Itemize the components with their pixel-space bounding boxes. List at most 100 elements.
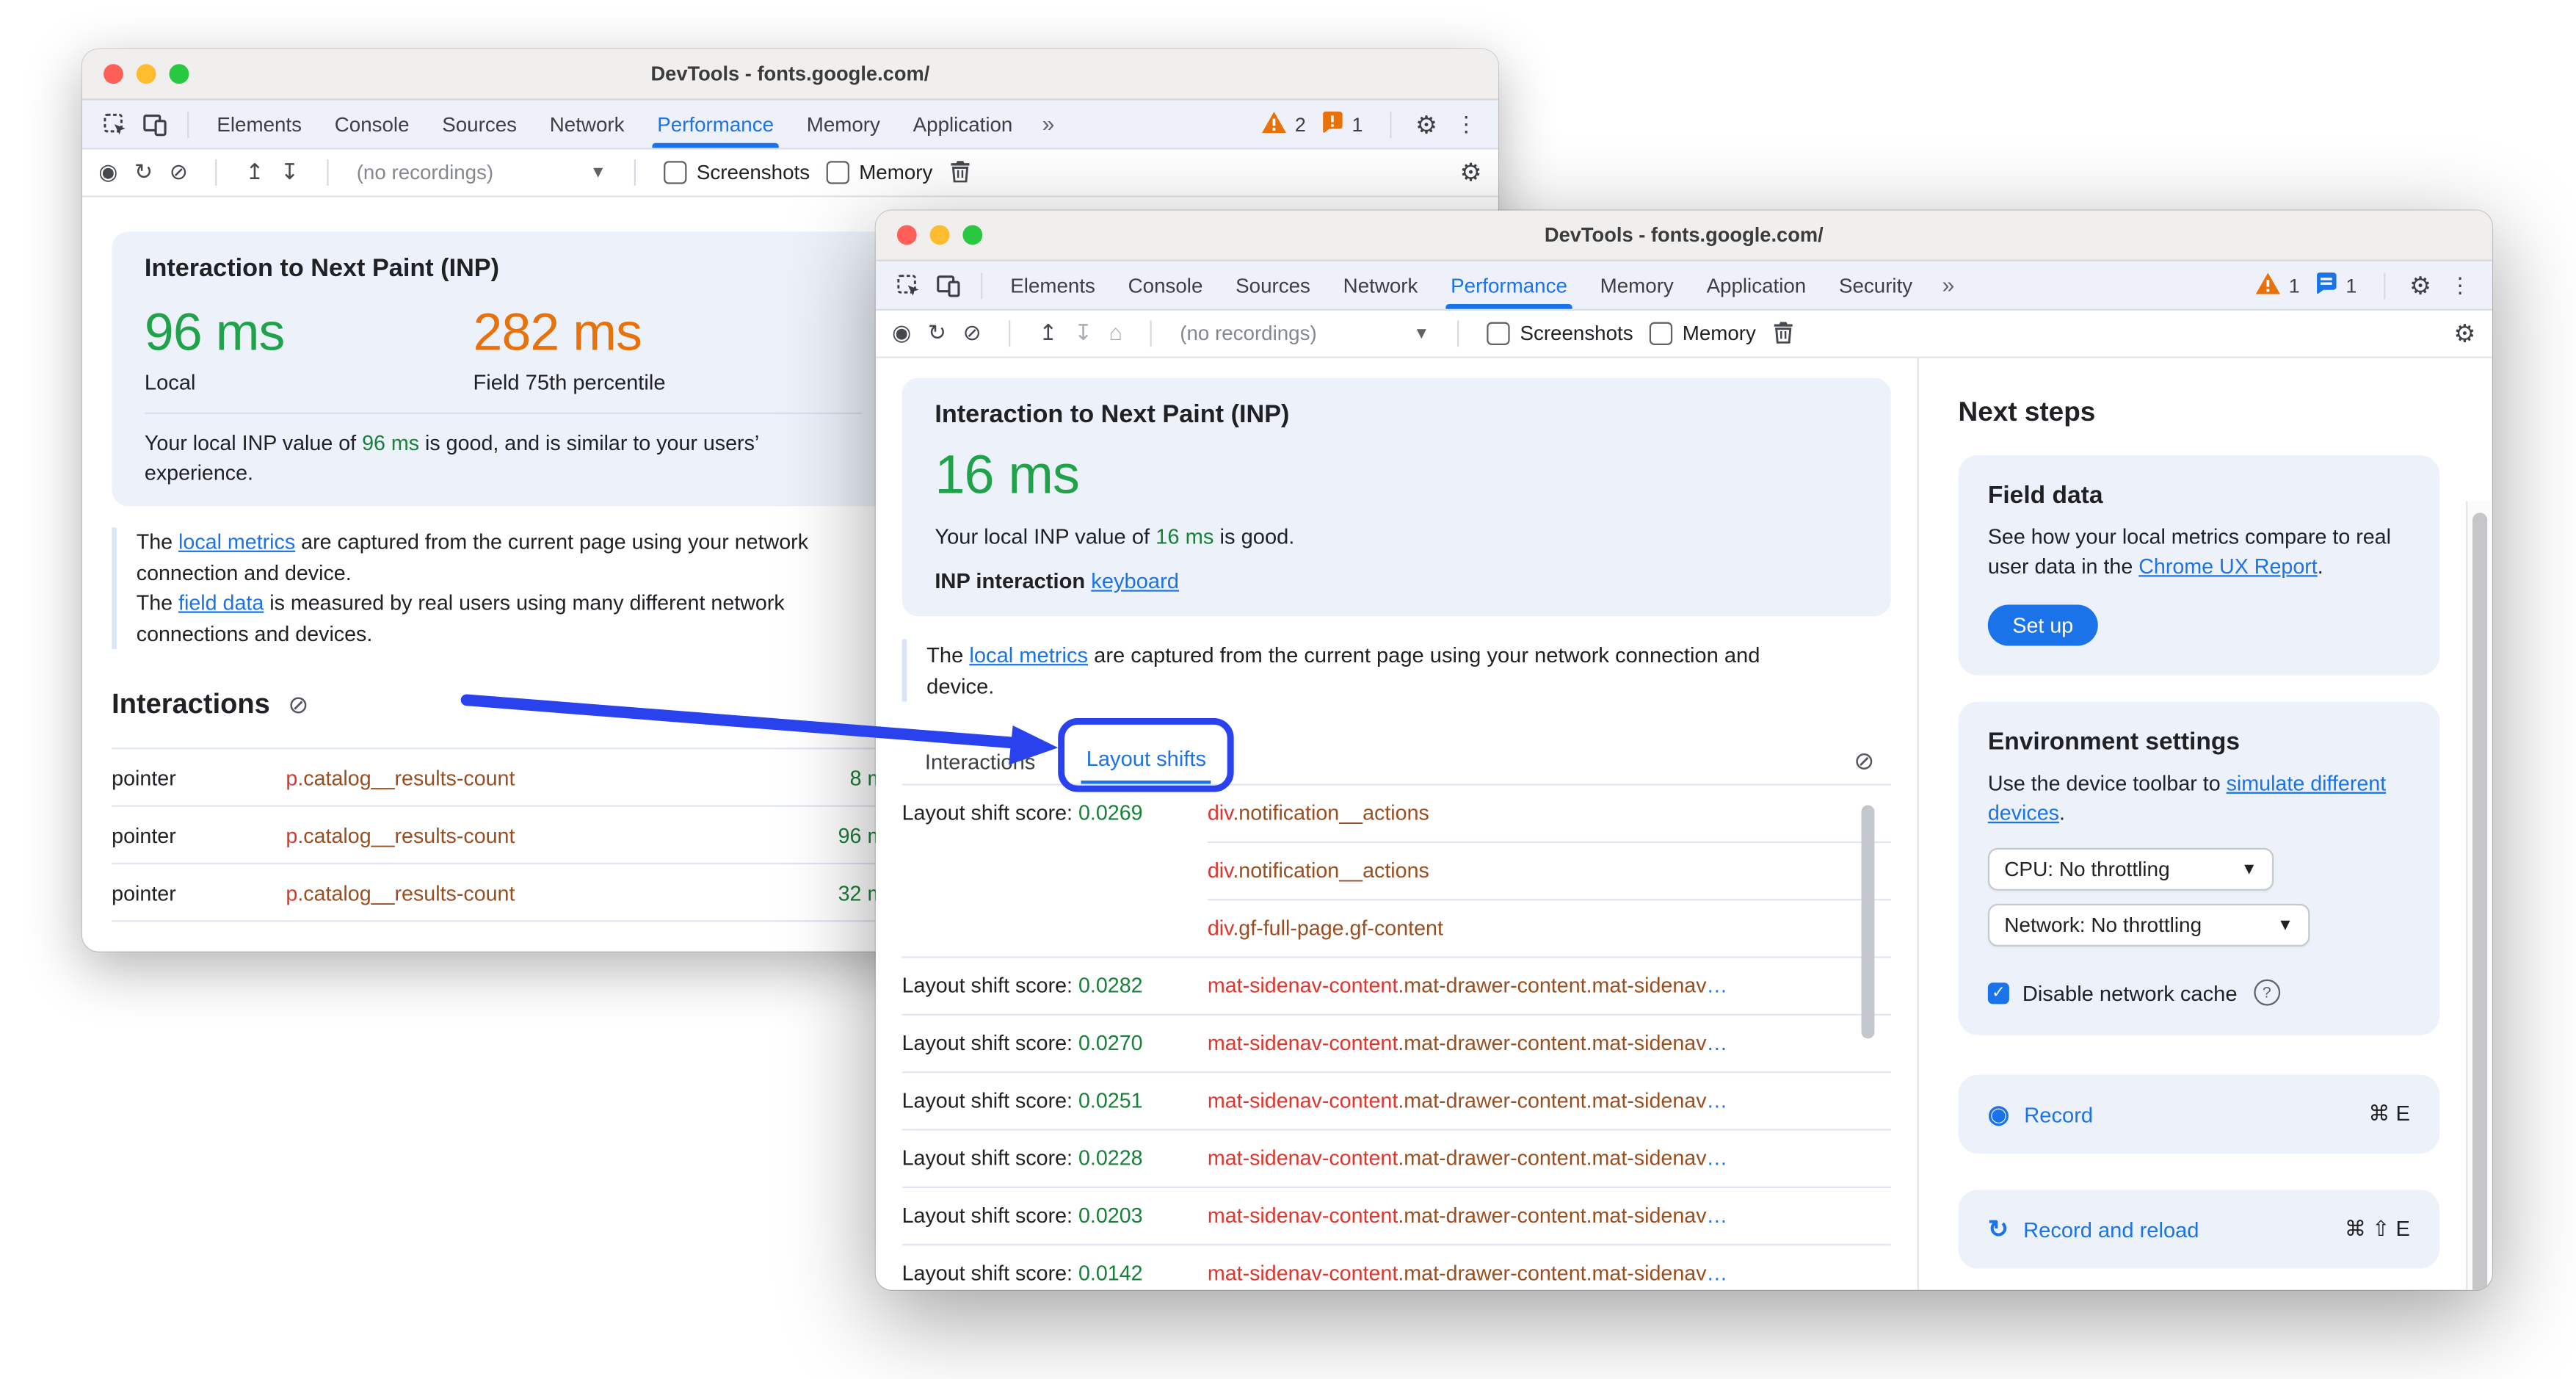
culprit-link[interactable]: mat-sidenav-content.mat-drawer-content.m… <box>1208 958 1891 1014</box>
clear-icon[interactable]: ⊘ <box>963 322 982 344</box>
tab-layout-shifts[interactable]: Layout shifts <box>1081 736 1211 784</box>
culprit-link[interactable]: mat-sidenav-content.mat-drawer-content.m… <box>1208 1131 1891 1187</box>
warning-count[interactable]: 1 <box>2289 274 2300 297</box>
home-icon[interactable]: ⌂ <box>1109 322 1122 344</box>
minimize-window-button[interactable] <box>929 225 950 245</box>
culprit-link[interactable]: mat-sidenav-content.mat-drawer-content.m… <box>1208 1245 1891 1289</box>
collect-garbage-icon[interactable] <box>949 159 970 187</box>
recordings-dropdown[interactable]: (no recordings) ▼ <box>1180 322 1429 345</box>
traffic-lights[interactable] <box>896 225 983 245</box>
tab-console[interactable]: Console <box>318 101 426 148</box>
disable-network-cache-checkbox[interactable]: ✓ <box>1987 982 2009 1004</box>
tab-memory[interactable]: Memory <box>1583 261 1690 309</box>
tab-security[interactable]: Security <box>1823 261 1929 309</box>
device-toolbar-icon[interactable] <box>143 112 168 136</box>
warning-count[interactable]: 2 <box>1295 112 1306 135</box>
memory-checkbox[interactable]: Memory <box>826 161 932 184</box>
tab-performance[interactable]: Performance <box>641 101 791 148</box>
local-metrics-link[interactable]: local metrics <box>969 643 1088 667</box>
tab-application[interactable]: Application <box>896 101 1028 148</box>
warning-icon[interactable] <box>1262 111 1287 137</box>
more-tabs-icon[interactable]: » <box>1042 112 1055 137</box>
inspect-element-icon[interactable] <box>104 112 126 135</box>
record-icon[interactable]: ◉ <box>98 162 117 184</box>
culprit-link[interactable]: mat-sidenav-content.mat-drawer-content.m… <box>1208 1016 1891 1071</box>
culprit-link[interactable]: mat-sidenav-content.mat-drawer-content.m… <box>1208 1188 1891 1244</box>
set-up-button[interactable]: Set up <box>1987 604 2098 646</box>
collect-garbage-icon[interactable] <box>1772 319 1793 347</box>
chrome-ux-report-link[interactable]: Chrome UX Report <box>2138 554 2318 579</box>
kebab-menu-icon[interactable]: ⋮ <box>2450 272 2471 298</box>
clear-log-icon[interactable]: ⊘ <box>1854 746 1874 783</box>
screenshots-checkbox[interactable]: Screenshots <box>1487 322 1633 345</box>
tab-performance[interactable]: Performance <box>1434 261 1584 309</box>
capture-settings-gear-icon[interactable]: ⚙ <box>2453 319 2475 348</box>
culprit-link[interactable]: div.gf-full-page.gf-content <box>1208 900 1891 956</box>
tab-elements[interactable]: Elements <box>200 101 318 148</box>
close-window-button[interactable] <box>103 64 123 84</box>
tab-application[interactable]: Application <box>1690 261 1822 309</box>
record-and-reload-icon[interactable]: ↻ <box>928 322 946 344</box>
tab-elements[interactable]: Elements <box>994 261 1111 309</box>
issues-count[interactable]: 1 <box>1352 112 1363 135</box>
selector-tag: p <box>286 822 298 847</box>
save-profile-icon[interactable]: ↧ <box>280 162 299 184</box>
tab-console[interactable]: Console <box>1111 261 1219 309</box>
tab-memory[interactable]: Memory <box>790 101 896 148</box>
inspect-element-icon[interactable] <box>897 274 920 297</box>
more-tabs-icon[interactable]: » <box>1942 272 1954 297</box>
local-inp-label: Local <box>144 369 196 395</box>
console-messages-icon[interactable] <box>2315 271 2337 299</box>
recordings-dropdown[interactable]: (no recordings) ▼ <box>357 161 606 184</box>
local-metrics-link[interactable]: local metrics <box>178 529 295 554</box>
capture-settings-gear-icon[interactable]: ⚙ <box>1459 158 1481 187</box>
window-scrollbar-thumb[interactable] <box>2472 513 2488 1290</box>
clear-icon[interactable]: ⊘ <box>170 162 188 184</box>
tab-interactions[interactable]: Interactions <box>921 739 1038 783</box>
interaction-target-link[interactable]: p.catalog__results-count <box>286 765 849 790</box>
clear-log-icon[interactable]: ⊘ <box>288 690 308 720</box>
screenshots-checkbox[interactable]: Screenshots <box>664 161 810 184</box>
culprit-link[interactable]: div.notification__actions <box>1207 843 1891 901</box>
kebab-menu-icon[interactable]: ⋮ <box>1456 111 1477 137</box>
culprit-link[interactable]: div.notification__actions <box>1207 786 1891 844</box>
zoom-window-button[interactable] <box>962 225 983 245</box>
traffic-lights[interactable] <box>103 64 189 84</box>
checkbox-box[interactable] <box>826 161 849 184</box>
issues-icon[interactable] <box>1321 110 1343 138</box>
settings-gear-icon[interactable]: ⚙ <box>1415 109 1437 139</box>
load-profile-icon[interactable]: ↥ <box>1039 322 1057 344</box>
minimize-window-button[interactable] <box>136 64 156 84</box>
load-profile-icon[interactable]: ↥ <box>245 162 264 184</box>
tab-network[interactable]: Network <box>533 101 640 148</box>
tab-sources[interactable]: Sources <box>426 101 534 148</box>
settings-gear-icon[interactable]: ⚙ <box>2409 270 2431 300</box>
inp-interaction-link[interactable]: keyboard <box>1091 568 1179 593</box>
network-throttling-select[interactable]: Network: No throttling ▼ <box>1987 903 2310 947</box>
selector-classes: .mat-drawer-content.mat-sidenav <box>1398 972 1707 998</box>
interaction-target-link[interactable]: p.catalog__results-count <box>286 880 838 905</box>
memory-checkbox[interactable]: Memory <box>1649 322 1756 345</box>
list-scrollbar-thumb[interactable] <box>1861 805 1875 1039</box>
device-toolbar-icon[interactable] <box>937 274 962 297</box>
warning-icon[interactable] <box>2256 272 2281 298</box>
checkbox-box[interactable] <box>1649 322 1673 345</box>
culprit-link[interactable]: mat-sidenav-content.mat-drawer-content.m… <box>1208 1073 1891 1129</box>
tab-network[interactable]: Network <box>1327 261 1434 309</box>
checkbox-box[interactable] <box>1487 322 1511 345</box>
messages-count[interactable]: 1 <box>2345 274 2357 297</box>
tab-sources[interactable]: Sources <box>1219 261 1327 309</box>
checkbox-box[interactable] <box>664 161 687 184</box>
interaction-target-link[interactable]: p.catalog__results-count <box>286 822 838 847</box>
record-action-card[interactable]: ◉ Record ⌘ E <box>1958 1074 2440 1154</box>
record-icon[interactable]: ◉ <box>892 322 911 344</box>
cpu-throttling-select[interactable]: CPU: No throttling ▼ <box>1987 847 2274 891</box>
record-and-reload-icon[interactable]: ↻ <box>134 162 153 184</box>
record-and-reload-action-card[interactable]: ↻ Record and reload ⌘ ⇧ E <box>1958 1190 2440 1269</box>
help-icon[interactable]: ? <box>2253 979 2280 1006</box>
save-profile-icon[interactable]: ↧ <box>1074 322 1092 344</box>
zoom-window-button[interactable] <box>169 64 189 84</box>
close-window-button[interactable] <box>896 225 917 245</box>
window-scrollbar-track[interactable] <box>2466 501 2492 1290</box>
field-data-link[interactable]: field data <box>178 590 264 615</box>
